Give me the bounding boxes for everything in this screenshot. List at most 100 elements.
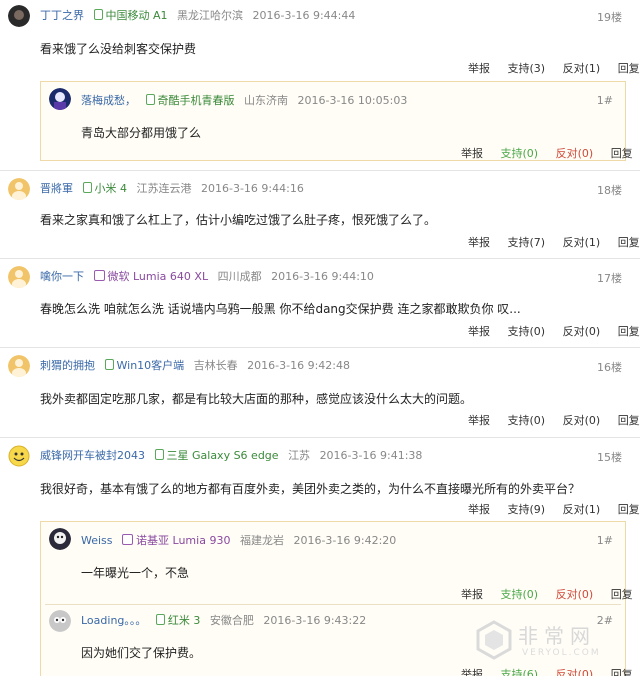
reply-button[interactable]: 回复 (611, 666, 633, 676)
avatar[interactable] (49, 610, 71, 632)
location-label: 江苏连云港 (136, 182, 192, 195)
site-watermark: 非常网 VERYOL.COM (472, 616, 632, 666)
reply-text: 青岛大部分都用饿了么 (81, 126, 202, 140)
comment-actions: 举报 支持(3) 反对(1) 回复 (468, 60, 640, 76)
timestamp: 2016-3-16 9:43:22 (263, 614, 367, 627)
username-link[interactable]: 晋將軍 (40, 182, 73, 195)
watermark-title: 非常网 (518, 624, 596, 648)
device-label: 红米 3 (155, 614, 200, 627)
watermark-logo-icon (476, 620, 512, 660)
client-icon (104, 359, 114, 370)
watermark-subtitle: VERYOL.COM (522, 648, 601, 658)
reply-button[interactable]: 回复 (618, 501, 640, 517)
oppose-button[interactable]: 反对(0) (556, 145, 594, 161)
reply-button[interactable]: 回复 (611, 145, 633, 161)
reply-button[interactable]: 回复 (611, 586, 633, 602)
reply-button[interactable]: 回复 (618, 323, 640, 339)
support-button[interactable]: 支持(6) (501, 666, 539, 676)
phone-icon (93, 9, 103, 20)
location-label: 四川成都 (217, 270, 262, 283)
device-label: 三星 Galaxy S6 edge (154, 449, 279, 462)
reply-button[interactable]: 回复 (618, 60, 640, 76)
avatar[interactable] (49, 88, 71, 110)
support-button[interactable]: 支持(0) (508, 412, 546, 428)
timestamp: 2016-3-16 9:42:20 (293, 534, 397, 547)
timestamp: 2016-3-16 10:05:03 (297, 94, 408, 107)
avatar[interactable] (8, 355, 30, 377)
avatar[interactable] (8, 5, 30, 27)
windows-phone-icon (93, 270, 105, 281)
username-link[interactable]: Loading。。。 (81, 614, 146, 627)
support-button[interactable]: 支持(0) (508, 323, 546, 339)
reply-actions: 举报 支持(0) 反对(0) 回复 (461, 145, 633, 161)
timestamp: 2016-3-16 9:42:48 (247, 359, 351, 372)
support-button[interactable]: 支持(9) (508, 501, 546, 517)
reply-button[interactable]: 回复 (618, 412, 640, 428)
reply-meta: Weiss 诺基亚 Lumia 930 福建龙岩 2016-3-16 9:42:… (81, 533, 396, 549)
oppose-button[interactable]: 反对(0) (556, 586, 594, 602)
username-link[interactable]: 威锋网开车被封2043 (40, 449, 145, 462)
support-button[interactable]: 支持(7) (508, 234, 546, 250)
oppose-button[interactable]: 反对(0) (563, 412, 601, 428)
avatar[interactable] (8, 445, 30, 467)
floor-number: 16楼 (597, 361, 622, 374)
oppose-button[interactable]: 反对(1) (563, 234, 601, 250)
reply-meta: Loading。。。 红米 3 安徽合肥 2016-3-16 9:43:22 (81, 613, 366, 629)
comment-meta: 刺猬的拥抱 Win10客户端 吉林长春 2016-3-16 9:42:48 (40, 358, 350, 374)
oppose-button[interactable]: 反对(0) (556, 666, 594, 676)
divider (0, 437, 640, 438)
windows-phone-icon (122, 534, 134, 545)
username-link[interactable]: 丁丁之界 (40, 9, 84, 22)
location-label: 黑龙江哈尔滨 (177, 9, 244, 22)
comment-actions: 举报 支持(0) 反对(0) 回复 (468, 412, 640, 428)
report-button[interactable]: 举报 (461, 586, 483, 602)
oppose-button[interactable]: 反对(0) (563, 323, 601, 339)
divider (0, 258, 640, 259)
comment-meta: 噙你一下 微软 Lumia 640 XL 四川成都 2016-3-16 9:44… (40, 269, 374, 285)
comment-actions: 举报 支持(7) 反对(1) 回复 (468, 234, 640, 250)
device-label: 中国移动 A1 (93, 9, 168, 22)
location-label: 安徽合肥 (209, 614, 254, 627)
device-label: 奇酷手机青春版 (145, 94, 235, 107)
support-button[interactable]: 支持(3) (508, 60, 546, 76)
phone-icon (82, 182, 92, 193)
username-link[interactable]: Weiss (81, 534, 113, 547)
avatar[interactable] (8, 178, 30, 200)
comment-text: 看来之家真和饿了么杠上了，估计小编吃过饿了么肚子疼，恨死饿了么了。 (40, 213, 437, 227)
report-button[interactable]: 举报 (468, 323, 490, 339)
reply-button[interactable]: 回复 (618, 234, 640, 250)
device-label: 诺基亚 Lumia 930 (122, 534, 230, 547)
divider (45, 604, 621, 605)
reply-text: 一年曝光一个，不急 (81, 566, 190, 580)
support-button[interactable]: 支持(0) (501, 586, 539, 602)
report-button[interactable]: 举报 (461, 145, 483, 161)
location-label: 吉林长春 (193, 359, 238, 372)
avatar[interactable] (8, 266, 30, 288)
report-button[interactable]: 举报 (461, 666, 483, 676)
username-link[interactable]: 刺猬的拥抱 (40, 359, 95, 372)
reply-block: 落梅成愁， 奇酷手机青春版 山东济南 2016-3-16 10:05:03 1#… (40, 81, 633, 161)
username-link[interactable]: 落梅成愁， (81, 94, 136, 107)
report-button[interactable]: 举报 (468, 60, 490, 76)
report-button[interactable]: 举报 (468, 412, 490, 428)
support-button[interactable]: 支持(0) (501, 145, 539, 161)
floor-number: 19楼 (597, 11, 622, 24)
floor-number: 17楼 (597, 272, 622, 285)
avatar[interactable] (49, 528, 71, 550)
oppose-button[interactable]: 反对(1) (563, 60, 601, 76)
floor-number: 1# (596, 94, 613, 107)
device-label: Win10客户端 (104, 359, 184, 372)
comment-meta: 丁丁之界 中国移动 A1 黑龙江哈尔滨 2016-3-16 9:44:44 (40, 8, 355, 24)
floor-number: 1# (596, 534, 613, 547)
username-link[interactable]: 噙你一下 (40, 270, 84, 283)
reply-meta: 落梅成愁， 奇酷手机青春版 山东济南 2016-3-16 10:05:03 (81, 93, 407, 109)
floor-number: 15楼 (597, 451, 622, 464)
comment-actions: 举报 支持(9) 反对(1) 回复 (468, 501, 640, 517)
oppose-button[interactable]: 反对(1) (563, 501, 601, 517)
timestamp: 2016-3-16 9:44:44 (252, 9, 356, 22)
reply-text: 因为她们交了保护费。 (81, 646, 202, 660)
timestamp: 2016-3-16 9:44:16 (201, 182, 304, 195)
comment-text: 我外卖都固定吃那几家，都是有比较大店面的那种，感觉应该没什么太大的问题。 (40, 392, 473, 406)
report-button[interactable]: 举报 (468, 501, 490, 517)
report-button[interactable]: 举报 (468, 234, 490, 250)
